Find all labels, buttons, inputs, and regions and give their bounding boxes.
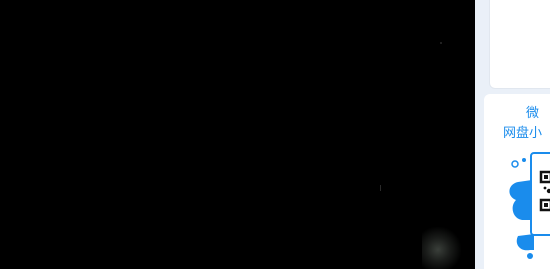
qr-code-icon[interactable] xyxy=(535,166,550,216)
video-speck xyxy=(440,42,442,44)
video-speck xyxy=(380,185,381,191)
video-player[interactable] xyxy=(0,0,475,269)
page: 微 网盘小 xyxy=(0,0,550,269)
sidebar-top-card xyxy=(489,0,550,89)
video-frame-highlight xyxy=(422,226,462,269)
netdisk-app-promo-card[interactable]: 微 网盘小 xyxy=(484,94,550,269)
promo-title-line1: 微 xyxy=(526,106,540,121)
promo-title-line2: 网盘小 xyxy=(503,126,543,141)
promo-title: 微 网盘小 xyxy=(484,104,550,144)
